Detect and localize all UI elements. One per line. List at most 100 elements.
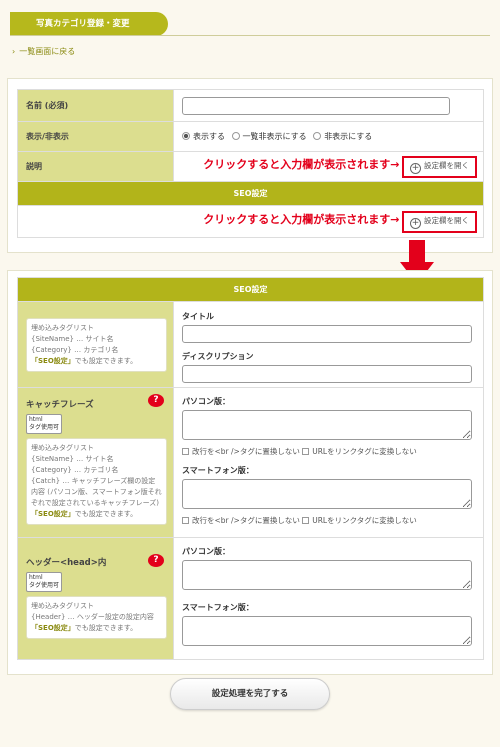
embed-note-bold: 「SEO設定」 bbox=[31, 356, 75, 365]
no-link-label: URLをリンクタグに変換しない bbox=[312, 516, 417, 525]
description-label: 説明 bbox=[17, 151, 174, 182]
embed-line: {Category} … カテゴリ名 bbox=[31, 345, 119, 354]
html-badge-icon: html タグ使用可 bbox=[26, 572, 63, 592]
row-seo-bar: SEO設定 bbox=[17, 277, 484, 302]
chevron-right-icon: › bbox=[12, 47, 16, 56]
embed-note: 「SEO設定」でも設定できます。 bbox=[31, 509, 162, 520]
name-label: 名前 (必須) bbox=[17, 89, 174, 122]
catchphrase-label-cell: キャッチフレーズ ? html タグ使用可 埋め込みタグリスト {SiteName… bbox=[17, 387, 174, 538]
catch-pc-textarea[interactable] bbox=[182, 410, 472, 440]
no-br-label: 改行を<br />タグに置換しない bbox=[192, 447, 300, 456]
description-input[interactable] bbox=[182, 364, 472, 383]
help-icon[interactable]: ? bbox=[148, 394, 164, 407]
description-field-label: ディスクリプション bbox=[182, 351, 254, 361]
page: 写真カテゴリ登録・変更 › 一覧画面に戻る 名前 (必須) 表示/非表示 表示する… bbox=[0, 0, 500, 747]
catch-sp-label: スマートフォン版： bbox=[182, 466, 254, 475]
embed-note-bold: 「SEO設定」 bbox=[31, 510, 75, 518]
embed-tag-list: 埋め込みタグリスト {SiteName} … サイト名 {Category} …… bbox=[26, 438, 167, 525]
radio-list-hidden-label: 一覧非表示にする bbox=[242, 132, 307, 141]
row-description: 説明 クリックすると入力欄が表示されます→ + 設定欄を開く bbox=[17, 151, 484, 182]
embed-title: 埋め込みタグリスト bbox=[31, 444, 94, 452]
no-link-checkbox[interactable] bbox=[302, 448, 310, 455]
badge-top: html bbox=[29, 574, 43, 581]
embed-note-bold: 「SEO設定」 bbox=[31, 624, 75, 632]
title-label: タイトル bbox=[182, 311, 214, 321]
radio-show-label: 表示する bbox=[193, 132, 225, 141]
embed-note-text: でも設定できます。 bbox=[74, 356, 138, 365]
html-badge-icon: html タグ使用可 bbox=[26, 414, 63, 434]
no-link-checkbox[interactable] bbox=[302, 517, 310, 524]
plus-circle-icon: + bbox=[410, 162, 421, 174]
row-head: ヘッダー<head>内 ? html タグ使用可 埋め込みタグリスト {Heade… bbox=[17, 537, 484, 660]
help-icon[interactable]: ? bbox=[148, 554, 164, 567]
head-sp-textarea[interactable] bbox=[182, 616, 472, 646]
row-catchphrase: キャッチフレーズ ? html タグ使用可 埋め込みタグリスト {SiteName… bbox=[17, 387, 484, 538]
catch-pc-label: パソコン版： bbox=[182, 397, 230, 406]
head-sp-label: スマートフォン版： bbox=[182, 603, 254, 612]
title-description-cell: タイトル ディスクリプション bbox=[173, 301, 484, 388]
open-seo-button[interactable]: + 設定欄を開く bbox=[402, 210, 477, 233]
annotation-text: クリックすると入力欄が表示されます→ bbox=[203, 157, 400, 171]
embed-title: 埋め込みタグリスト bbox=[31, 323, 94, 332]
no-br-checkbox[interactable] bbox=[182, 517, 189, 524]
embed-line: {Catch} … キャッチフレーズ欄の設定内容 (パソコン版、スマートフォン版… bbox=[31, 477, 162, 507]
html-tag-badge: html タグ使用可 bbox=[26, 572, 173, 592]
catch-sp-options: 改行を<br />タグに置換しない URLをリンクタグに変換しない bbox=[182, 515, 483, 526]
catch-sp-textarea[interactable] bbox=[182, 479, 472, 509]
embed-title: 埋め込みタグリスト bbox=[31, 602, 94, 610]
html-tag-badge: html タグ使用可 bbox=[26, 414, 173, 434]
embed-line: {Header} … ヘッダー設定の設定内容 bbox=[31, 613, 154, 621]
badge-bottom: タグ使用可 bbox=[29, 424, 60, 431]
name-cell bbox=[173, 89, 484, 122]
seo-settings-table: SEO設定 埋め込みタグリスト {SiteName} … サイト名 {Categ… bbox=[17, 277, 484, 660]
open-description-button[interactable]: + 設定欄を開く bbox=[402, 155, 477, 178]
complete-settings-button[interactable]: 設定処理を完了する bbox=[170, 678, 330, 710]
title-divider bbox=[10, 35, 490, 36]
row-name: 名前 (必須) bbox=[17, 89, 484, 122]
plus-circle-icon: + bbox=[410, 217, 421, 229]
seo-open-cell: クリックすると入力欄が表示されます→ + 設定欄を開く bbox=[17, 205, 484, 238]
embed-tag-list: 埋め込みタグリスト {SiteName} … サイト名 {Category} …… bbox=[26, 317, 167, 372]
head-fields-cell: パソコン版： スマートフォン版： bbox=[173, 537, 484, 660]
back-to-list-link[interactable]: › 一覧画面に戻る bbox=[12, 46, 75, 57]
catch-pc-options: 改行を<br />タグに置換しない URLをリンクタグに変換しない bbox=[182, 446, 483, 457]
no-link-label: URLをリンクタグに変換しない bbox=[312, 447, 417, 456]
seo-embed-cell: 埋め込みタグリスト {SiteName} … サイト名 {Category} …… bbox=[17, 301, 174, 388]
embed-line: {SiteName} … サイト名 bbox=[31, 334, 114, 343]
row-seo-header: SEO設定 bbox=[17, 181, 484, 206]
seo-section-bar: SEO設定 bbox=[17, 181, 484, 206]
radio-hidden[interactable] bbox=[313, 132, 322, 140]
open-button-label: 設定欄を開く bbox=[424, 160, 469, 170]
no-br-checkbox[interactable] bbox=[182, 448, 189, 455]
visibility-options: 表示する 一覧非表示にする 非表示にする bbox=[173, 121, 484, 152]
embed-line: {SiteName} … サイト名 bbox=[31, 455, 114, 463]
seo-bar: SEO設定 bbox=[17, 277, 484, 302]
radio-hidden-label: 非表示にする bbox=[324, 132, 373, 141]
embed-note: 「SEO設定」でも設定できます。 bbox=[31, 356, 162, 367]
row-visibility: 表示/非表示 表示する 一覧非表示にする 非表示にする bbox=[17, 121, 484, 152]
page-title: 写真カテゴリ登録・変更 bbox=[10, 12, 168, 36]
embed-tag-list: 埋め込みタグリスト {Header} … ヘッダー設定の設定内容 「SEO設定」… bbox=[26, 596, 167, 639]
catchphrase-fields-cell: パソコン版： 改行を<br />タグに置換しない URLをリンクタグに変換しない… bbox=[173, 387, 484, 538]
open-button-label: 設定欄を開く bbox=[424, 215, 469, 225]
row-title-description: 埋め込みタグリスト {SiteName} … サイト名 {Category} …… bbox=[17, 301, 484, 388]
no-br-label: 改行を<br />タグに置換しない bbox=[192, 516, 300, 525]
embed-note-text: でも設定できます。 bbox=[74, 624, 138, 632]
head-label-cell: ヘッダー<head>内 ? html タグ使用可 埋め込みタグリスト {Heade… bbox=[17, 537, 174, 660]
radio-show[interactable] bbox=[182, 132, 190, 140]
name-input[interactable] bbox=[182, 96, 450, 115]
embed-note-text: でも設定できます。 bbox=[74, 510, 138, 518]
head-pc-textarea[interactable] bbox=[182, 560, 472, 590]
badge-bottom: タグ使用可 bbox=[29, 582, 60, 589]
embed-note: 「SEO設定」でも設定できます。 bbox=[31, 623, 162, 634]
basic-settings-table: 名前 (必須) 表示/非表示 表示する 一覧非表示にする 非表示にする 説明 ク… bbox=[17, 89, 484, 238]
seo-settings-panel: SEO設定 埋め込みタグリスト {SiteName} … サイト名 {Categ… bbox=[7, 270, 493, 675]
head-pc-label: パソコン版： bbox=[182, 547, 230, 556]
title-input[interactable] bbox=[182, 324, 472, 343]
radio-list-hidden[interactable] bbox=[231, 132, 240, 140]
back-link-label: 一覧画面に戻る bbox=[19, 47, 76, 56]
visibility-label: 表示/非表示 bbox=[17, 121, 174, 152]
row-seo-open: クリックすると入力欄が表示されます→ + 設定欄を開く bbox=[17, 205, 484, 238]
badge-top: html bbox=[29, 416, 43, 423]
basic-settings-panel: 名前 (必須) 表示/非表示 表示する 一覧非表示にする 非表示にする 説明 ク… bbox=[7, 78, 493, 253]
